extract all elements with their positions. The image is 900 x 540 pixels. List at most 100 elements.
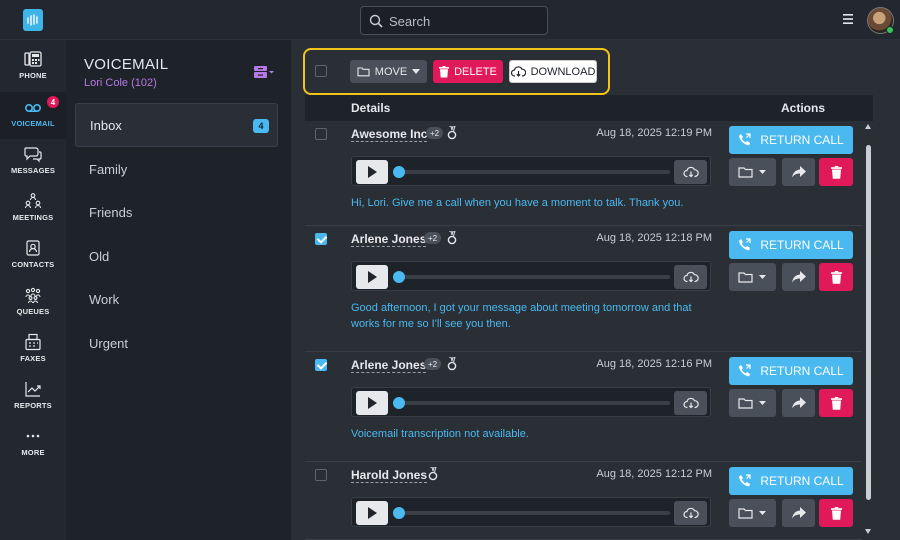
return-call-button[interactable]: RETURN CALL	[729, 231, 853, 259]
download-audio-button[interactable]	[674, 160, 707, 184]
nav-phone[interactable]: PHONE	[0, 44, 66, 91]
return-call-label: RETURN CALL	[760, 474, 844, 488]
audio-progress-track[interactable]	[397, 170, 670, 174]
extra-recipients-badge[interactable]: +2	[426, 127, 444, 139]
delete-voicemail-button[interactable]	[819, 263, 853, 291]
forward-button[interactable]	[782, 158, 815, 186]
nav-more[interactable]: MORE	[0, 421, 66, 468]
cloud-download-icon	[682, 507, 699, 519]
search-box[interactable]	[360, 6, 548, 35]
cloud-download-icon	[682, 166, 699, 178]
move-folder-dropdown[interactable]	[729, 158, 776, 186]
nav-label: REPORTS	[14, 401, 52, 410]
nav-queues[interactable]: QUEUES	[0, 280, 66, 327]
forward-button[interactable]	[782, 263, 815, 291]
download-audio-button[interactable]	[674, 391, 707, 415]
extra-recipients-badge[interactable]: +2	[424, 232, 442, 244]
medal-icon	[446, 230, 458, 245]
row-checkbox[interactable]	[315, 469, 327, 481]
play-button[interactable]	[356, 501, 388, 525]
scrollbar-thumb[interactable]	[866, 145, 871, 500]
nav-label: MESSAGES	[10, 166, 56, 175]
nav-label: PHONE	[19, 71, 47, 80]
audio-progress-track[interactable]	[397, 401, 670, 405]
waveform-logo-icon[interactable]	[23, 9, 43, 31]
audio-progress-knob[interactable]	[393, 271, 405, 283]
page-title: VOICEMAIL	[84, 56, 169, 73]
play-icon	[368, 397, 377, 409]
return-call-button[interactable]: RETURN CALL	[729, 126, 853, 154]
folder-friends[interactable]: Friends	[75, 190, 278, 234]
voicemail-transcript: Hi, Lori. Give me a call when you have a…	[351, 197, 684, 209]
trash-icon	[830, 396, 842, 410]
folder-family[interactable]: Family	[75, 147, 278, 191]
download-button[interactable]: DOWNLOAD	[509, 60, 597, 83]
audio-player	[351, 156, 711, 186]
nav-messages[interactable]: MESSAGES	[0, 139, 66, 186]
caller-name[interactable]: Awesome Inc	[351, 127, 428, 142]
nav-label: CONTACTS	[11, 260, 55, 269]
audio-progress-knob[interactable]	[393, 166, 405, 178]
meetings-icon	[24, 193, 42, 209]
return-call-button[interactable]: RETURN CALL	[729, 467, 853, 495]
forward-button[interactable]	[782, 499, 815, 527]
row-checkbox[interactable]	[315, 359, 327, 371]
return-call-label: RETURN CALL	[760, 133, 844, 147]
folder-inbox[interactable]: Inbox 4	[75, 103, 278, 147]
row-checkbox[interactable]	[315, 128, 327, 140]
folder-old[interactable]: Old	[75, 234, 278, 278]
nav-label: MEETINGS	[12, 213, 54, 222]
folder-work[interactable]: Work	[75, 277, 278, 321]
forward-button[interactable]	[782, 389, 815, 417]
play-button[interactable]	[356, 391, 388, 415]
voicemail-count-badge: 4	[47, 96, 59, 108]
voicemail-date: Aug 18, 2025 12:18 PM	[596, 232, 712, 244]
nav-reports[interactable]: REPORTS	[0, 374, 66, 421]
more-icon	[26, 434, 40, 438]
audio-progress-track[interactable]	[397, 275, 670, 279]
folder-urgent[interactable]: Urgent	[75, 321, 278, 365]
phone-return-icon	[739, 364, 751, 377]
medal-icon	[446, 125, 458, 140]
search-icon	[369, 14, 383, 28]
forward-icon	[791, 166, 806, 178]
audio-progress-knob[interactable]	[393, 507, 405, 519]
app-window: PHONE VOICEMAIL 4 MESSAGES MEETINGS CONT…	[0, 0, 900, 540]
voicemail-transcript: Voicemail transcription not available.	[351, 428, 529, 440]
scroll-up-icon[interactable]	[865, 124, 871, 129]
scroll-down-icon[interactable]	[865, 529, 871, 534]
extra-recipients-badge[interactable]: +2	[424, 358, 442, 370]
delete-voicemail-button[interactable]	[819, 389, 853, 417]
audio-progress-track[interactable]	[397, 511, 670, 515]
nav-meetings[interactable]: MEETINGS	[0, 186, 66, 233]
nav-label: QUEUES	[16, 307, 50, 316]
play-button[interactable]	[356, 265, 388, 289]
return-call-button[interactable]: RETURN CALL	[729, 357, 853, 385]
caller-name[interactable]: Arlene Jones	[351, 358, 427, 373]
audio-player	[351, 497, 711, 527]
delete-button[interactable]: DELETE	[433, 60, 503, 83]
select-all-checkbox[interactable]	[315, 65, 327, 77]
play-icon	[368, 271, 377, 283]
inbox-icon[interactable]	[253, 64, 275, 80]
delete-voicemail-button[interactable]	[819, 158, 853, 186]
voicemail-date: Aug 18, 2025 12:16 PM	[596, 358, 712, 370]
search-input[interactable]	[389, 12, 539, 30]
download-audio-button[interactable]	[674, 265, 707, 289]
contacts-icon	[26, 240, 40, 256]
move-folder-dropdown[interactable]	[729, 499, 776, 527]
messages-icon	[24, 147, 42, 163]
move-folder-dropdown[interactable]	[729, 389, 776, 417]
nav-faxes[interactable]: FAXES	[0, 327, 66, 374]
caller-name[interactable]: Harold Jones	[351, 468, 428, 483]
move-button[interactable]: MOVE	[350, 60, 427, 83]
caller-name[interactable]: Arlene Jones	[351, 232, 427, 247]
audio-progress-knob[interactable]	[393, 397, 405, 409]
hamburger-menu-icon[interactable]	[842, 13, 854, 25]
download-audio-button[interactable]	[674, 501, 707, 525]
play-button[interactable]	[356, 160, 388, 184]
move-folder-dropdown[interactable]	[729, 263, 776, 291]
nav-contacts[interactable]: CONTACTS	[0, 233, 66, 280]
delete-voicemail-button[interactable]	[819, 499, 853, 527]
row-checkbox[interactable]	[315, 233, 327, 245]
